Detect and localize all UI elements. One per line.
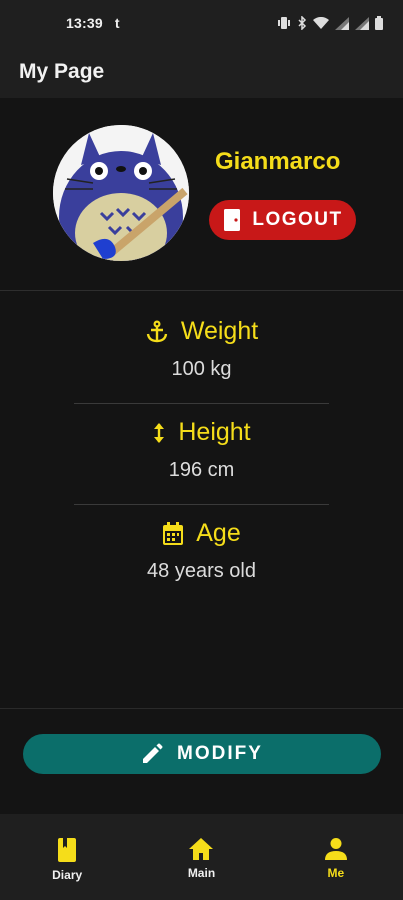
stat-weight-label: Weight bbox=[180, 317, 259, 345]
signal-icon bbox=[335, 16, 349, 30]
book-icon bbox=[58, 838, 77, 862]
modify-label: MODIFY bbox=[177, 743, 263, 764]
bottom-nav: Diary Main Me bbox=[0, 814, 403, 900]
modify-button[interactable]: MODIFY bbox=[23, 734, 381, 774]
pencil-icon bbox=[143, 743, 163, 763]
stat-age: Age 48 years old bbox=[0, 519, 403, 583]
stat-height-value: 196 cm bbox=[168, 459, 235, 481]
logout-button[interactable]: LOGOUT bbox=[209, 200, 356, 240]
nav-item-diary[interactable]: Diary bbox=[0, 814, 134, 900]
person-icon bbox=[324, 838, 347, 860]
status-notification: t bbox=[114, 15, 120, 31]
up-down-arrow-icon bbox=[154, 422, 165, 443]
stat-weight: Weight 100 kg bbox=[0, 317, 403, 381]
vibrate-icon bbox=[278, 17, 290, 29]
nav-item-me[interactable]: Me bbox=[269, 814, 403, 900]
stat-age-value: 48 years old bbox=[147, 560, 256, 582]
avatar bbox=[53, 125, 189, 261]
bluetooth-icon bbox=[298, 16, 307, 30]
home-icon bbox=[189, 838, 214, 860]
stat-divider bbox=[74, 504, 329, 505]
app-bar: My Page bbox=[0, 46, 403, 98]
anchor-icon bbox=[146, 319, 168, 342]
stat-height-label: Height bbox=[178, 418, 251, 446]
totoro-avatar-icon bbox=[53, 125, 189, 261]
nav-label-diary: Diary bbox=[52, 868, 83, 882]
profile-divider bbox=[0, 290, 403, 291]
stat-height: Height 196 cm bbox=[0, 418, 403, 482]
signal-icon-2 bbox=[355, 16, 369, 30]
stat-age-label: Age bbox=[196, 519, 241, 547]
nav-item-main[interactable]: Main bbox=[134, 814, 268, 900]
status-bar: 13:39 t bbox=[0, 0, 403, 46]
stat-weight-value: 100 kg bbox=[171, 358, 232, 380]
wifi-icon bbox=[313, 16, 329, 29]
stat-divider bbox=[74, 403, 329, 404]
username: Gianmarco bbox=[215, 148, 341, 175]
nav-label-main: Main bbox=[187, 866, 216, 880]
status-icons bbox=[277, 16, 383, 30]
nav-label-me: Me bbox=[327, 866, 345, 880]
battery-icon bbox=[375, 16, 383, 30]
door-icon bbox=[224, 209, 241, 231]
page-title: My Page bbox=[19, 60, 105, 83]
calendar-icon bbox=[163, 521, 184, 545]
profile-section: Gianmarco LOGOUT bbox=[0, 98, 403, 290]
logout-label: LOGOUT bbox=[252, 209, 343, 230]
content-divider bbox=[0, 708, 403, 709]
status-time: 13:39 bbox=[66, 15, 103, 31]
